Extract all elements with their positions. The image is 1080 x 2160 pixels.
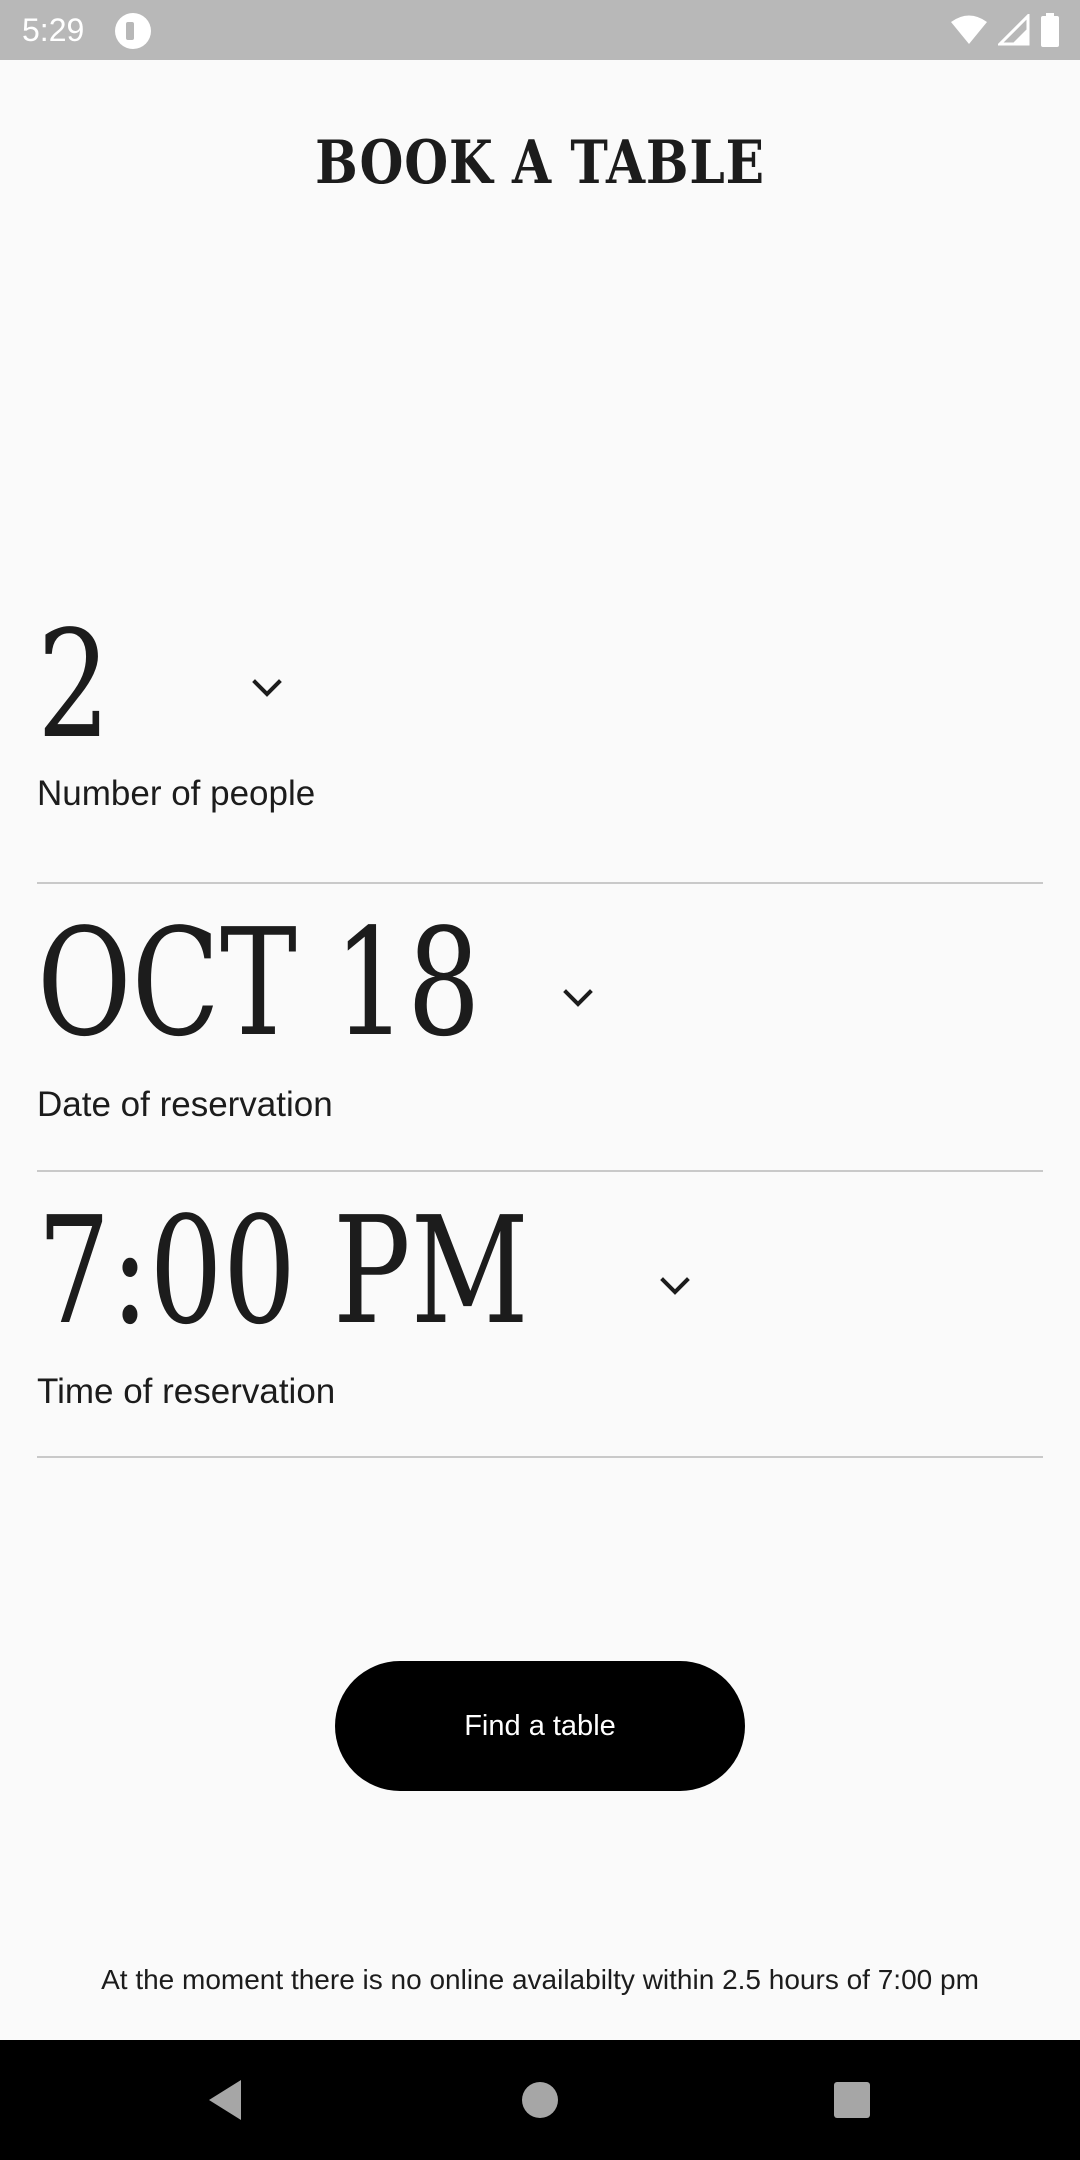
time-label: Time of reservation [37, 1372, 336, 1411]
find-table-button[interactable]: Find a table [335, 1661, 745, 1791]
recents-button[interactable] [822, 2070, 882, 2130]
cell-signal-icon [998, 14, 1030, 46]
back-button[interactable] [195, 2070, 255, 2130]
chevron-down-icon[interactable] [247, 668, 287, 708]
wifi-icon [951, 15, 987, 44]
availability-notice: At the moment there is no online availab… [101, 1964, 979, 1995]
battery-icon [1041, 13, 1059, 47]
booking-screen: 5:29 BOOK A TABLE 2 Number of people OCT… [0, 0, 1080, 2160]
home-button[interactable] [510, 2070, 570, 2130]
time-value[interactable]: 7:00 PM [37, 1196, 529, 1346]
people-selector[interactable]: 2 Number of people [37, 610, 1043, 884]
date-label: Date of reservation [37, 1085, 333, 1124]
chevron-down-icon[interactable] [655, 1266, 695, 1306]
app-logo-icon [115, 13, 151, 49]
people-label: Number of people [37, 774, 316, 813]
time-selector[interactable]: 7:00 PM Time of reservation [37, 1172, 1043, 1458]
people-value[interactable]: 2 [37, 610, 110, 760]
chevron-down-icon[interactable] [558, 978, 598, 1018]
date-selector[interactable]: OCT 18 Date of reservation [37, 884, 1043, 1172]
time-value-row[interactable]: 7:00 PM [37, 1196, 668, 1346]
recents-icon[interactable] [833, 2081, 871, 2119]
people-value-row[interactable]: 2 [37, 610, 131, 760]
date-value[interactable]: OCT 18 [37, 908, 481, 1058]
date-value-row[interactable]: OCT 18 [37, 908, 606, 1058]
status-icons [950, 12, 1060, 48]
status-bar: 5:29 [0, 0, 1080, 60]
page-title: BOOK A TABLE [315, 128, 765, 198]
back-icon[interactable] [205, 2078, 245, 2122]
system-nav-bar [0, 2040, 1080, 2160]
home-icon[interactable] [520, 2080, 560, 2120]
status-time: 5:29 [22, 12, 85, 48]
